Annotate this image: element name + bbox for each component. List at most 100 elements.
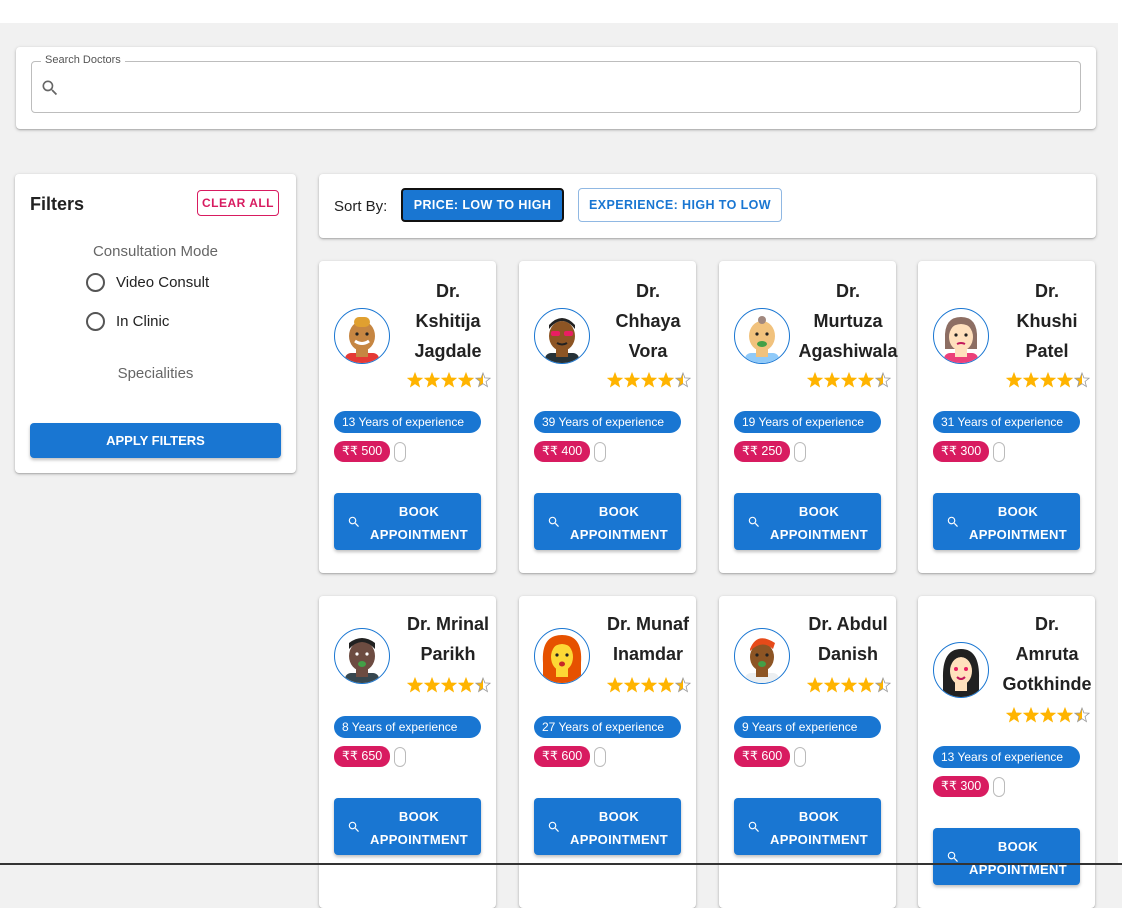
doctor-name: Dr. Abdul Danish	[808, 614, 888, 664]
apply-filters-button[interactable]: APPLY FILTERS	[30, 423, 281, 458]
search-icon	[947, 851, 958, 862]
experience-chip: 39 Years of experience	[534, 411, 681, 433]
search-icon	[42, 80, 58, 96]
star-icon	[607, 677, 624, 693]
fee-chip: ₹₹ 500	[334, 441, 391, 462]
rating-stars	[1006, 707, 1090, 723]
rating-stars	[807, 677, 891, 693]
search-icon	[548, 516, 559, 527]
star-icon	[840, 372, 858, 388]
radio-circle-icon[interactable]	[86, 312, 105, 331]
sort-bar: Sort By: PRICE: LOW TO HIGH EXPERIENCE: …	[319, 174, 1096, 238]
doctor-name: Dr. Mrinal Parikh	[406, 614, 490, 664]
doctor-name: Dr. Munaf Inamdar	[606, 614, 689, 664]
book-appointment-label: BOOK APPOINTMENT	[770, 504, 868, 542]
star-icon	[1039, 707, 1057, 723]
specialities-title: Specialities	[117, 365, 194, 382]
sort-price-low-high-button[interactable]: PRICE: LOW TO HIGH	[401, 188, 564, 222]
book-appointment-button[interactable]: BOOK APPOINTMENT	[734, 798, 881, 855]
consultation-mode-title: Consultation Mode	[92, 243, 219, 260]
doctor-card: Dr. Khushi Patel 31 Years of experience …	[918, 261, 1095, 573]
radio-circle-icon[interactable]	[86, 273, 105, 292]
rating-stars	[1006, 372, 1090, 388]
fee-chip: ₹₹ 600	[534, 746, 591, 767]
search-icon	[748, 516, 759, 527]
experience-chip: 27 Years of experience	[534, 716, 681, 738]
book-appointment-button[interactable]: BOOK APPOINTMENT	[933, 828, 1080, 885]
fee-toggle[interactable]	[794, 747, 806, 767]
experience-chip: 8 Years of experience	[334, 716, 481, 738]
star-icon	[457, 677, 475, 693]
book-appointment-button[interactable]: BOOK APPOINTMENT	[734, 493, 881, 550]
star-icon	[640, 677, 658, 693]
star-icon	[457, 372, 475, 388]
star-icon	[674, 372, 691, 388]
star-icon	[1056, 372, 1074, 388]
star-icon	[1006, 707, 1023, 723]
star-icon	[874, 677, 891, 693]
doctor-card: Dr. Munaf Inamdar 27 Years of experience…	[519, 596, 696, 908]
book-appointment-label: BOOK APPOINTMENT	[770, 809, 868, 847]
star-icon	[857, 372, 875, 388]
book-appointment-label: BOOK APPOINTMENT	[969, 504, 1067, 542]
rating-stars	[607, 372, 691, 388]
book-appointment-label: BOOK APPOINTMENT	[969, 839, 1067, 877]
doctor-name: Dr. Khushi Patel	[1016, 281, 1078, 361]
search-icon	[548, 821, 559, 832]
star-icon	[407, 372, 424, 388]
search-card: Search Doctors	[16, 47, 1096, 129]
star-icon	[440, 677, 458, 693]
avatar-woman-brown-hair-icon	[933, 308, 989, 364]
book-appointment-button[interactable]: BOOK APPOINTMENT	[534, 798, 681, 855]
fee-toggle[interactable]	[394, 747, 406, 767]
fee-toggle[interactable]	[794, 442, 806, 462]
experience-chip: 31 Years of experience	[933, 411, 1080, 433]
star-icon	[440, 372, 458, 388]
avatar-man-bald-icon	[734, 308, 790, 364]
book-appointment-label: BOOK APPOINTMENT	[370, 504, 468, 542]
rating-stars	[407, 372, 491, 388]
book-appointment-label: BOOK APPOINTMENT	[570, 504, 668, 542]
search-icon	[348, 516, 359, 527]
book-appointment-button[interactable]: BOOK APPOINTMENT	[933, 493, 1080, 550]
clear-all-button[interactable]: CLEAR ALL	[197, 190, 279, 216]
sort-experience-high-low-button[interactable]: EXPERIENCE: HIGH TO LOW	[578, 188, 782, 222]
book-appointment-label: BOOK APPOINTMENT	[570, 809, 668, 847]
fee-toggle[interactable]	[993, 442, 1005, 462]
book-appointment-button[interactable]: BOOK APPOINTMENT	[334, 798, 481, 855]
search-input[interactable]	[70, 70, 1064, 104]
fee-toggle[interactable]	[993, 777, 1005, 797]
star-icon	[823, 372, 841, 388]
book-appointment-button[interactable]: BOOK APPOINTMENT	[534, 493, 681, 550]
star-icon	[623, 677, 641, 693]
rating-stars	[607, 677, 691, 693]
avatar-man-red-hair-icon	[734, 628, 790, 684]
star-icon	[1006, 372, 1023, 388]
star-icon	[807, 372, 824, 388]
rating-stars	[807, 372, 891, 388]
doctor-name: Dr. Amruta Gotkhinde	[1002, 614, 1092, 694]
star-icon	[657, 372, 675, 388]
avatar-woman-red-hair-icon	[534, 628, 590, 684]
star-icon	[423, 677, 441, 693]
fee-toggle[interactable]	[394, 442, 406, 462]
fee-toggle[interactable]	[594, 747, 606, 767]
experience-chip: 19 Years of experience	[734, 411, 881, 433]
star-icon	[474, 677, 491, 693]
search-legend: Search Doctors	[41, 54, 125, 66]
fee-toggle[interactable]	[594, 442, 606, 462]
top-bar	[0, 0, 1118, 23]
star-icon	[657, 677, 675, 693]
star-icon	[1073, 707, 1090, 723]
radio-video-consult[interactable]: Video Consult	[86, 273, 209, 292]
star-icon	[607, 372, 624, 388]
book-appointment-button[interactable]: BOOK APPOINTMENT	[334, 493, 481, 550]
search-icon	[748, 821, 759, 832]
star-icon	[840, 677, 858, 693]
radio-in-clinic[interactable]: In Clinic	[86, 312, 169, 331]
doctor-card: Dr. Chhaya Vora 39 Years of experience ₹…	[519, 261, 696, 573]
search-field[interactable]: Search Doctors	[31, 54, 1081, 113]
star-icon	[1022, 707, 1040, 723]
star-icon	[823, 677, 841, 693]
doctor-card: Dr. Amruta Gotkhinde 13 Years of experie…	[918, 596, 1095, 908]
